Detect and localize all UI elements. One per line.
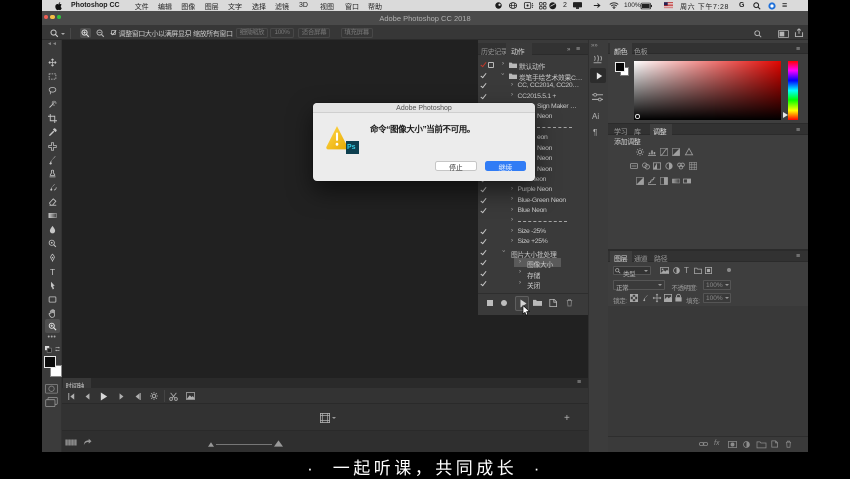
svg-text:T: T (49, 268, 54, 277)
